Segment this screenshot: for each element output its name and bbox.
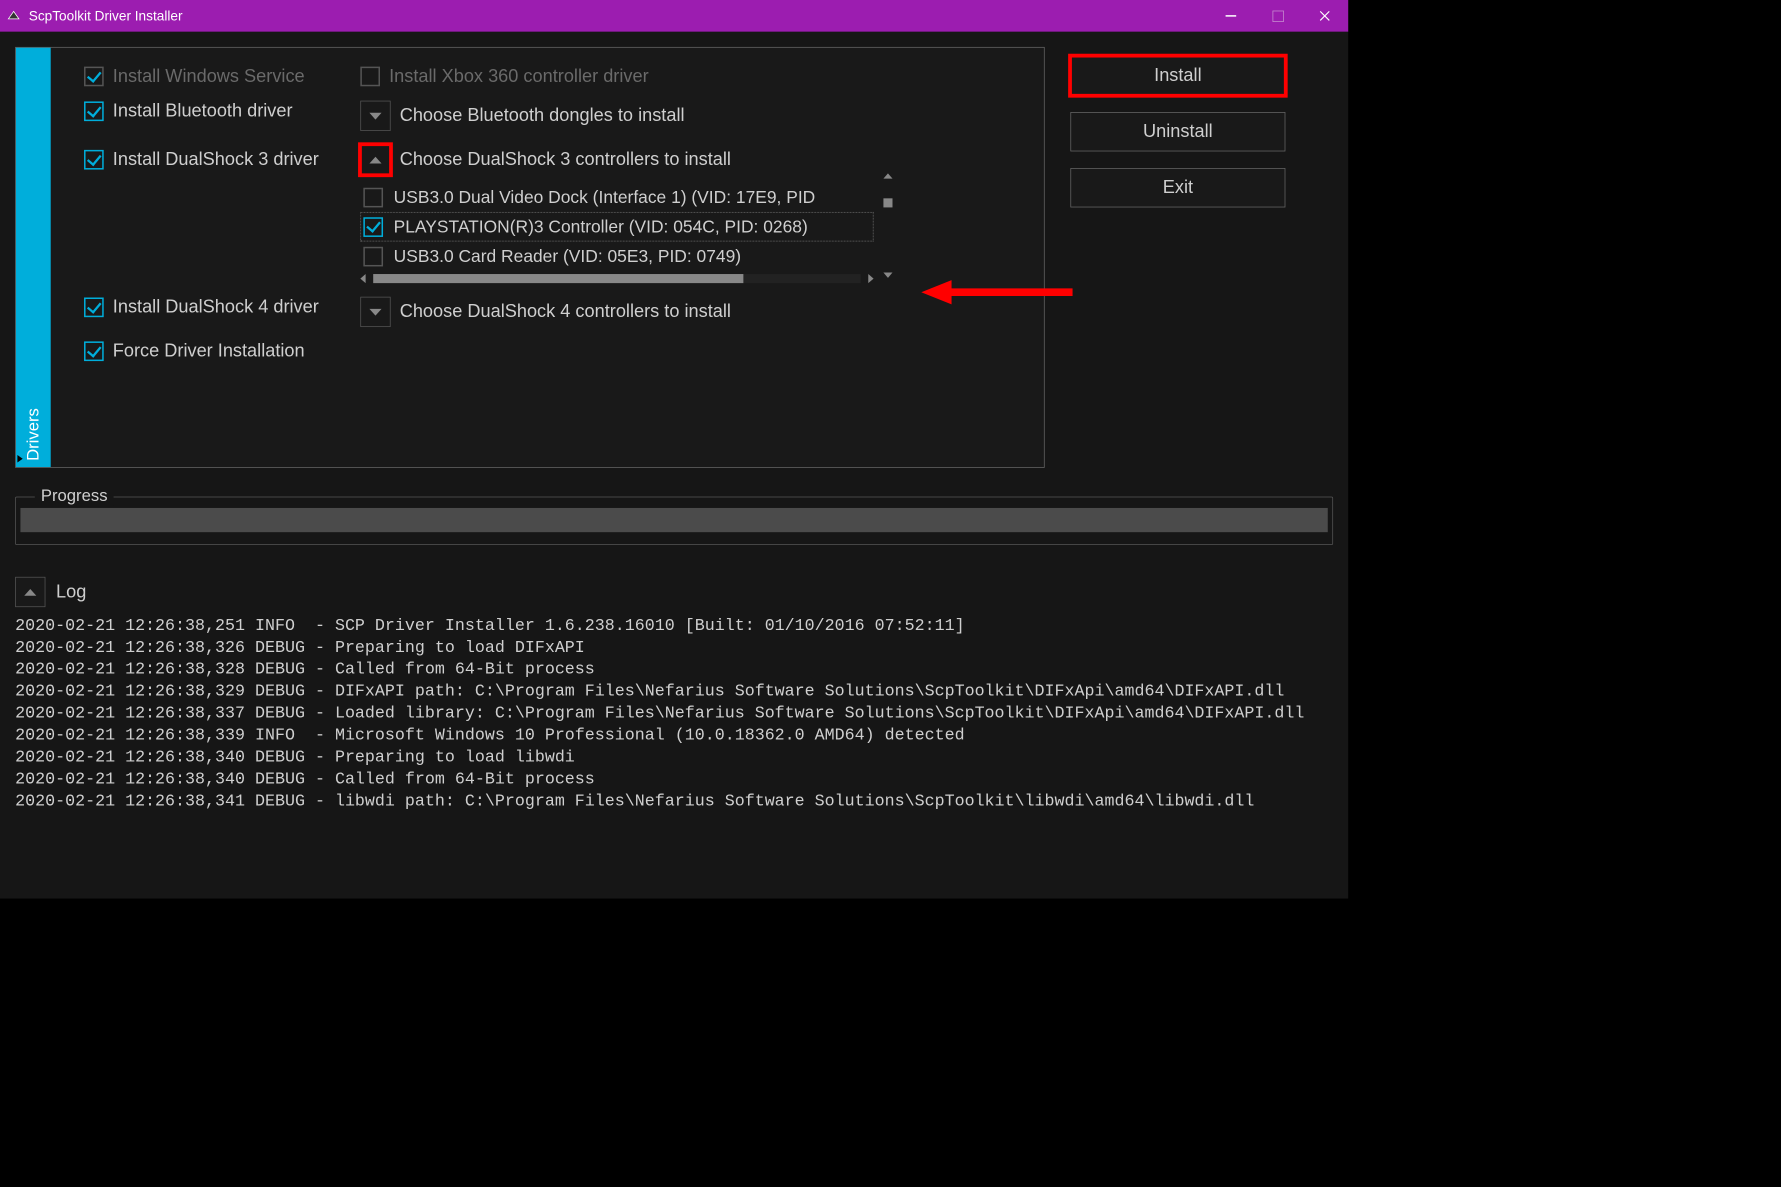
ds3-dropdown-toggle[interactable] xyxy=(360,145,390,175)
chevron-up-icon xyxy=(369,156,381,163)
scroll-thumb[interactable] xyxy=(373,274,744,283)
ds3-device-list: USB3.0 Dual Video Dock (Interface 1) (VI… xyxy=(360,182,873,283)
horizontal-scrollbar[interactable] xyxy=(360,274,873,283)
exit-button[interactable]: Exit xyxy=(1070,168,1285,207)
device-item[interactable]: PLAYSTATION(R)3 Controller (VID: 054C, P… xyxy=(360,212,873,242)
chevron-down-icon xyxy=(369,112,381,119)
install-button[interactable]: Install xyxy=(1070,56,1285,95)
progress-section: Progress xyxy=(15,497,1333,545)
scroll-right-icon xyxy=(868,274,873,283)
install-ds3-checkbox[interactable] xyxy=(84,150,104,170)
install-ds3-label: Install DualShock 3 driver xyxy=(113,149,319,170)
log-section: Log 2020-02-21 12:26:38,251 INFO - SCP D… xyxy=(15,577,1333,812)
chevron-up-icon xyxy=(24,589,36,596)
window-controls xyxy=(1207,0,1348,32)
device-checkbox[interactable] xyxy=(363,187,383,207)
progress-bar xyxy=(20,508,1327,532)
maximize-button[interactable] xyxy=(1254,0,1301,32)
window-title: ScpToolkit Driver Installer xyxy=(29,8,183,24)
device-checkbox[interactable] xyxy=(363,246,383,266)
action-buttons: Install Uninstall Exit xyxy=(1070,47,1285,468)
progress-label: Progress xyxy=(35,486,114,506)
drivers-panel: Drivers Install Windows Service Install … xyxy=(15,47,1045,468)
install-bluetooth-label: Install Bluetooth driver xyxy=(113,101,293,122)
bluetooth-dropdown-toggle[interactable] xyxy=(360,101,390,131)
drivers-tab-label: Drivers xyxy=(23,408,43,461)
titlebar[interactable]: ScpToolkit Driver Installer xyxy=(0,0,1348,32)
log-toggle[interactable] xyxy=(15,577,45,607)
bluetooth-dropdown-label: Choose Bluetooth dongles to install xyxy=(400,105,685,126)
install-ds4-label: Install DualShock 4 driver xyxy=(113,297,319,318)
device-label: USB3.0 Dual Video Dock (Interface 1) (VI… xyxy=(394,187,816,207)
ds3-dropdown-label: Choose DualShock 3 controllers to instal… xyxy=(400,149,731,170)
device-label: PLAYSTATION(R)3 Controller (VID: 054C, P… xyxy=(394,217,808,237)
vertical-scrollbar[interactable] xyxy=(881,173,895,277)
ds4-dropdown-label: Choose DualShock 4 controllers to instal… xyxy=(400,301,731,322)
install-windows-service-label: Install Windows Service xyxy=(113,66,305,87)
force-install-label: Force Driver Installation xyxy=(113,341,305,362)
chevron-down-icon xyxy=(369,308,381,315)
app-icon xyxy=(6,8,21,23)
device-checkbox[interactable] xyxy=(363,217,383,237)
scroll-left-icon xyxy=(360,274,365,283)
uninstall-button[interactable]: Uninstall xyxy=(1070,112,1285,151)
force-install-checkbox[interactable] xyxy=(84,341,104,361)
log-output: 2020-02-21 12:26:38,251 INFO - SCP Drive… xyxy=(15,615,1333,813)
install-xbox360-checkbox xyxy=(360,67,380,87)
device-label: USB3.0 Card Reader (VID: 05E3, PID: 0749… xyxy=(394,246,741,266)
scroll-thumb[interactable] xyxy=(883,198,892,207)
minimize-button[interactable] xyxy=(1207,0,1254,32)
device-item[interactable]: USB3.0 Dual Video Dock (Interface 1) (VI… xyxy=(360,182,873,212)
close-button[interactable] xyxy=(1301,0,1348,32)
drivers-tab[interactable]: Drivers xyxy=(16,48,51,467)
install-xbox360-label: Install Xbox 360 controller driver xyxy=(389,66,649,87)
scroll-down-icon xyxy=(883,273,892,278)
install-windows-service-checkbox xyxy=(84,67,104,87)
install-bluetooth-checkbox[interactable] xyxy=(84,101,104,121)
tab-expand-icon xyxy=(17,455,22,463)
scroll-up-icon xyxy=(883,173,892,178)
log-label: Log xyxy=(56,581,86,602)
install-ds4-checkbox[interactable] xyxy=(84,298,104,318)
device-item[interactable]: USB3.0 Card Reader (VID: 05E3, PID: 0749… xyxy=(360,241,873,271)
ds4-dropdown-toggle[interactable] xyxy=(360,297,390,327)
